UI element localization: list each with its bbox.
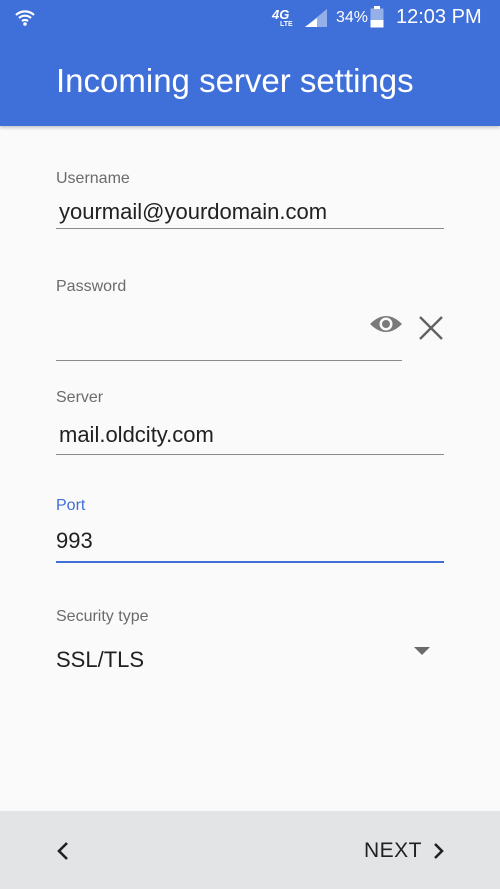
network-sub-label: LTE [280,21,293,28]
signal-icon [305,9,327,27]
password-input[interactable] [56,296,402,344]
battery-percent: 34% [336,9,369,26]
username-label: Username [56,170,130,187]
port-underline [56,561,444,563]
app-bar: Incoming server settings [0,36,500,126]
server-input[interactable]: mail.oldcity.com [56,419,444,451]
port-input[interactable]: 993 [56,525,444,557]
security-type-select[interactable]: SSL/TLS [56,644,444,676]
port-field[interactable]: Port 993 [56,497,444,563]
close-icon[interactable] [418,315,444,341]
password-field[interactable]: Password [56,278,402,361]
next-button[interactable]: NEXT [364,837,446,865]
clock: 12:03 PM [396,6,482,28]
show-password-eye-icon[interactable] [369,311,403,337]
network-type: 4G LTE [272,7,293,28]
password-value [56,296,402,328]
dropdown-arrow-icon[interactable] [414,646,430,656]
password-label: Password [56,278,127,295]
wifi-icon [15,10,35,26]
server-label: Server [56,389,104,406]
username-underline [56,228,444,229]
username-field[interactable]: Username yourmail@yourdomain.com [56,170,444,229]
password-underline [56,360,402,361]
security-type-field[interactable]: Security type SSL/TLS [56,608,444,676]
server-underline [56,454,444,455]
back-chevron-icon[interactable] [50,837,78,865]
server-field[interactable]: Server mail.oldcity.com [56,389,444,455]
bottom-nav-bar: NEXT [0,811,500,889]
port-label: Port [56,497,86,514]
next-label: NEXT [364,839,423,862]
battery-icon [370,6,384,28]
username-input[interactable]: yourmail@yourdomain.com [56,196,444,228]
page-title: Incoming server settings [56,62,414,99]
status-bar: 4G LTE 34% 12:03 PM [0,0,500,36]
chevron-right-icon [434,843,444,859]
network-label: 4G [272,7,290,22]
security-type-label: Security type [56,608,149,625]
